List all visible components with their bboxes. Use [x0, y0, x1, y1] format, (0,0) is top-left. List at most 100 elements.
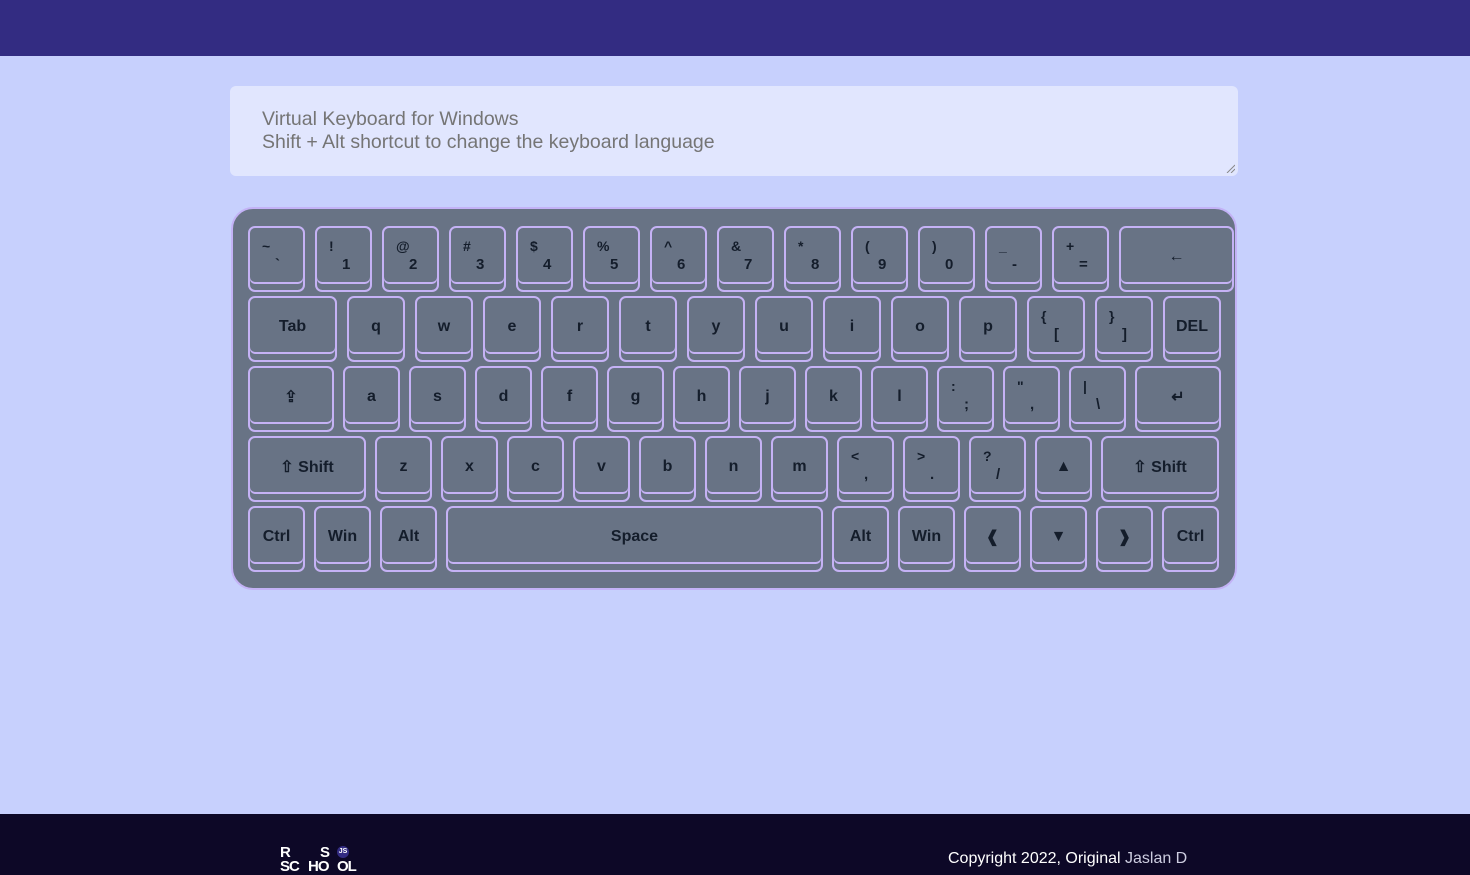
key-label: Win [911, 528, 942, 545]
key-i[interactable]: i [823, 296, 881, 362]
key-win[interactable]: Win [314, 506, 371, 572]
key-2[interactable]: @2 [382, 226, 439, 292]
key-main-symbol: \ [1096, 396, 1101, 413]
key-label: Tab [278, 318, 307, 335]
key-backspace[interactable]: ← [1119, 226, 1234, 292]
key-shift-symbol: % [597, 238, 610, 254]
key-win[interactable]: Win [898, 506, 955, 572]
key-label: ▼ [1050, 528, 1067, 545]
key-label: ⇧ Shift [280, 459, 334, 476]
author-link[interactable]: Jaslan D [1125, 850, 1187, 867]
key-z[interactable]: z [375, 436, 432, 502]
key-equals[interactable]: + = [1052, 226, 1109, 292]
key-arrow-left[interactable]: ❰ [964, 506, 1021, 572]
key-bracket-right[interactable]: }] [1095, 296, 1153, 362]
key-main-symbol: ` [275, 256, 280, 273]
copyright-text: Copyright 2022, Original Jaslan D [948, 850, 1188, 867]
key-9[interactable]: (9 [851, 226, 908, 292]
key-minus[interactable]: _ - [985, 226, 1042, 292]
key-main-symbol: 3 [476, 256, 485, 273]
key-n[interactable]: n [705, 436, 762, 502]
key-8[interactable]: * 8 [784, 226, 841, 292]
key-q[interactable]: q [347, 296, 405, 362]
key-bracket-left[interactable]: {[ [1027, 296, 1085, 362]
key-slash[interactable]: ? / [969, 436, 1026, 502]
key-o[interactable]: o [891, 296, 949, 362]
key-alt[interactable]: Alt [832, 506, 889, 572]
key-shift-symbol: $ [530, 238, 538, 254]
key-j[interactable]: j [739, 366, 796, 432]
key-3[interactable]: #3 [449, 226, 506, 292]
key-s[interactable]: s [409, 366, 466, 432]
key-shift-symbol: } [1109, 308, 1115, 324]
key-4[interactable]: $4 [516, 226, 573, 292]
key-arrow-down[interactable]: ▼ [1030, 506, 1087, 572]
key-d[interactable]: d [475, 366, 532, 432]
resize-grip-icon[interactable] [1226, 164, 1235, 173]
key-6[interactable]: ^ 6 [650, 226, 707, 292]
key-arrow-right[interactable]: ❱ [1096, 506, 1153, 572]
key-b[interactable]: b [639, 436, 696, 502]
key-label: m [792, 458, 807, 475]
key-x[interactable]: x [441, 436, 498, 502]
key-main-symbol: 6 [677, 256, 686, 273]
key-v[interactable]: v [573, 436, 630, 502]
key-label: t [645, 318, 651, 335]
key-1[interactable]: ! 1 [315, 226, 372, 292]
textarea-line-2: Shift + Alt shortcut to change the keybo… [262, 131, 715, 153]
key-a[interactable]: a [343, 366, 400, 432]
key-w[interactable]: w [415, 296, 473, 362]
key-backtick[interactable]: ~ ` [248, 226, 305, 292]
rs-school-logo[interactable]: R S JS SC HO OL [280, 844, 362, 875]
key-label: x [465, 458, 474, 475]
key-main-symbol: = [1079, 256, 1088, 273]
key-l[interactable]: l [871, 366, 928, 432]
key-label: r [576, 318, 584, 335]
key-alt[interactable]: Alt [380, 506, 437, 572]
key-5[interactable]: % 5 [583, 226, 640, 292]
key-g[interactable]: g [607, 366, 664, 432]
virtual-keyboard: ~ `! 1 @2 #3 $4% 5 ^ 6 & 7 * 8(9) 0 _ - + = ← Tab q w e r t y u i o p… [231, 207, 1237, 590]
key-label: a [367, 388, 376, 405]
key-shift-symbol: ~ [262, 238, 271, 254]
key-k[interactable]: k [805, 366, 862, 432]
key-comma[interactable]: <, [837, 436, 894, 502]
key-0[interactable]: ) 0 [918, 226, 975, 292]
key-label: v [597, 458, 606, 475]
key-e[interactable]: e [483, 296, 541, 362]
key-label: l [897, 388, 902, 405]
key-r[interactable]: r [551, 296, 609, 362]
key-u[interactable]: u [755, 296, 813, 362]
key-arrow-up[interactable]: ▲ [1035, 436, 1092, 502]
key-t[interactable]: t [619, 296, 677, 362]
key-backslash[interactable]: | \ [1069, 366, 1126, 432]
key-semicolon[interactable]: :; [937, 366, 994, 432]
key-c[interactable]: c [507, 436, 564, 502]
key-p[interactable]: p [959, 296, 1017, 362]
key-main-symbol: 4 [543, 256, 552, 273]
key-f[interactable]: f [541, 366, 598, 432]
key-label: ← [1168, 248, 1185, 265]
key-enter[interactable]: ↵ [1135, 366, 1221, 432]
key-shift[interactable]: ⇧ Shift [1101, 436, 1219, 502]
key-shift[interactable]: ⇧ Shift [248, 436, 366, 502]
key-del[interactable]: DEL [1163, 296, 1221, 362]
key-label: ▲ [1055, 458, 1072, 475]
key-ctrl[interactable]: Ctrl [1162, 506, 1219, 572]
key-ctrl[interactable]: Ctrl [248, 506, 305, 572]
key-shift-symbol: _ [999, 238, 1007, 254]
footer [0, 814, 1470, 875]
key-period[interactable]: >. [903, 436, 960, 502]
key-tab[interactable]: Tab [248, 296, 337, 362]
key-label: q [371, 318, 381, 335]
key-comma[interactable]: ", [1003, 366, 1060, 432]
key-7[interactable]: & 7 [717, 226, 774, 292]
key-label: b [662, 458, 673, 475]
keyboard-textarea[interactable]: Virtual Keyboard for Windows Shift + Alt… [230, 86, 1238, 176]
key-shift-symbol: & [731, 238, 742, 254]
key-m[interactable]: m [771, 436, 828, 502]
key-space[interactable]: Space [446, 506, 823, 572]
key-h[interactable]: h [673, 366, 730, 432]
key-caps-lock[interactable]: ⇪ [248, 366, 334, 432]
key-y[interactable]: y [687, 296, 745, 362]
